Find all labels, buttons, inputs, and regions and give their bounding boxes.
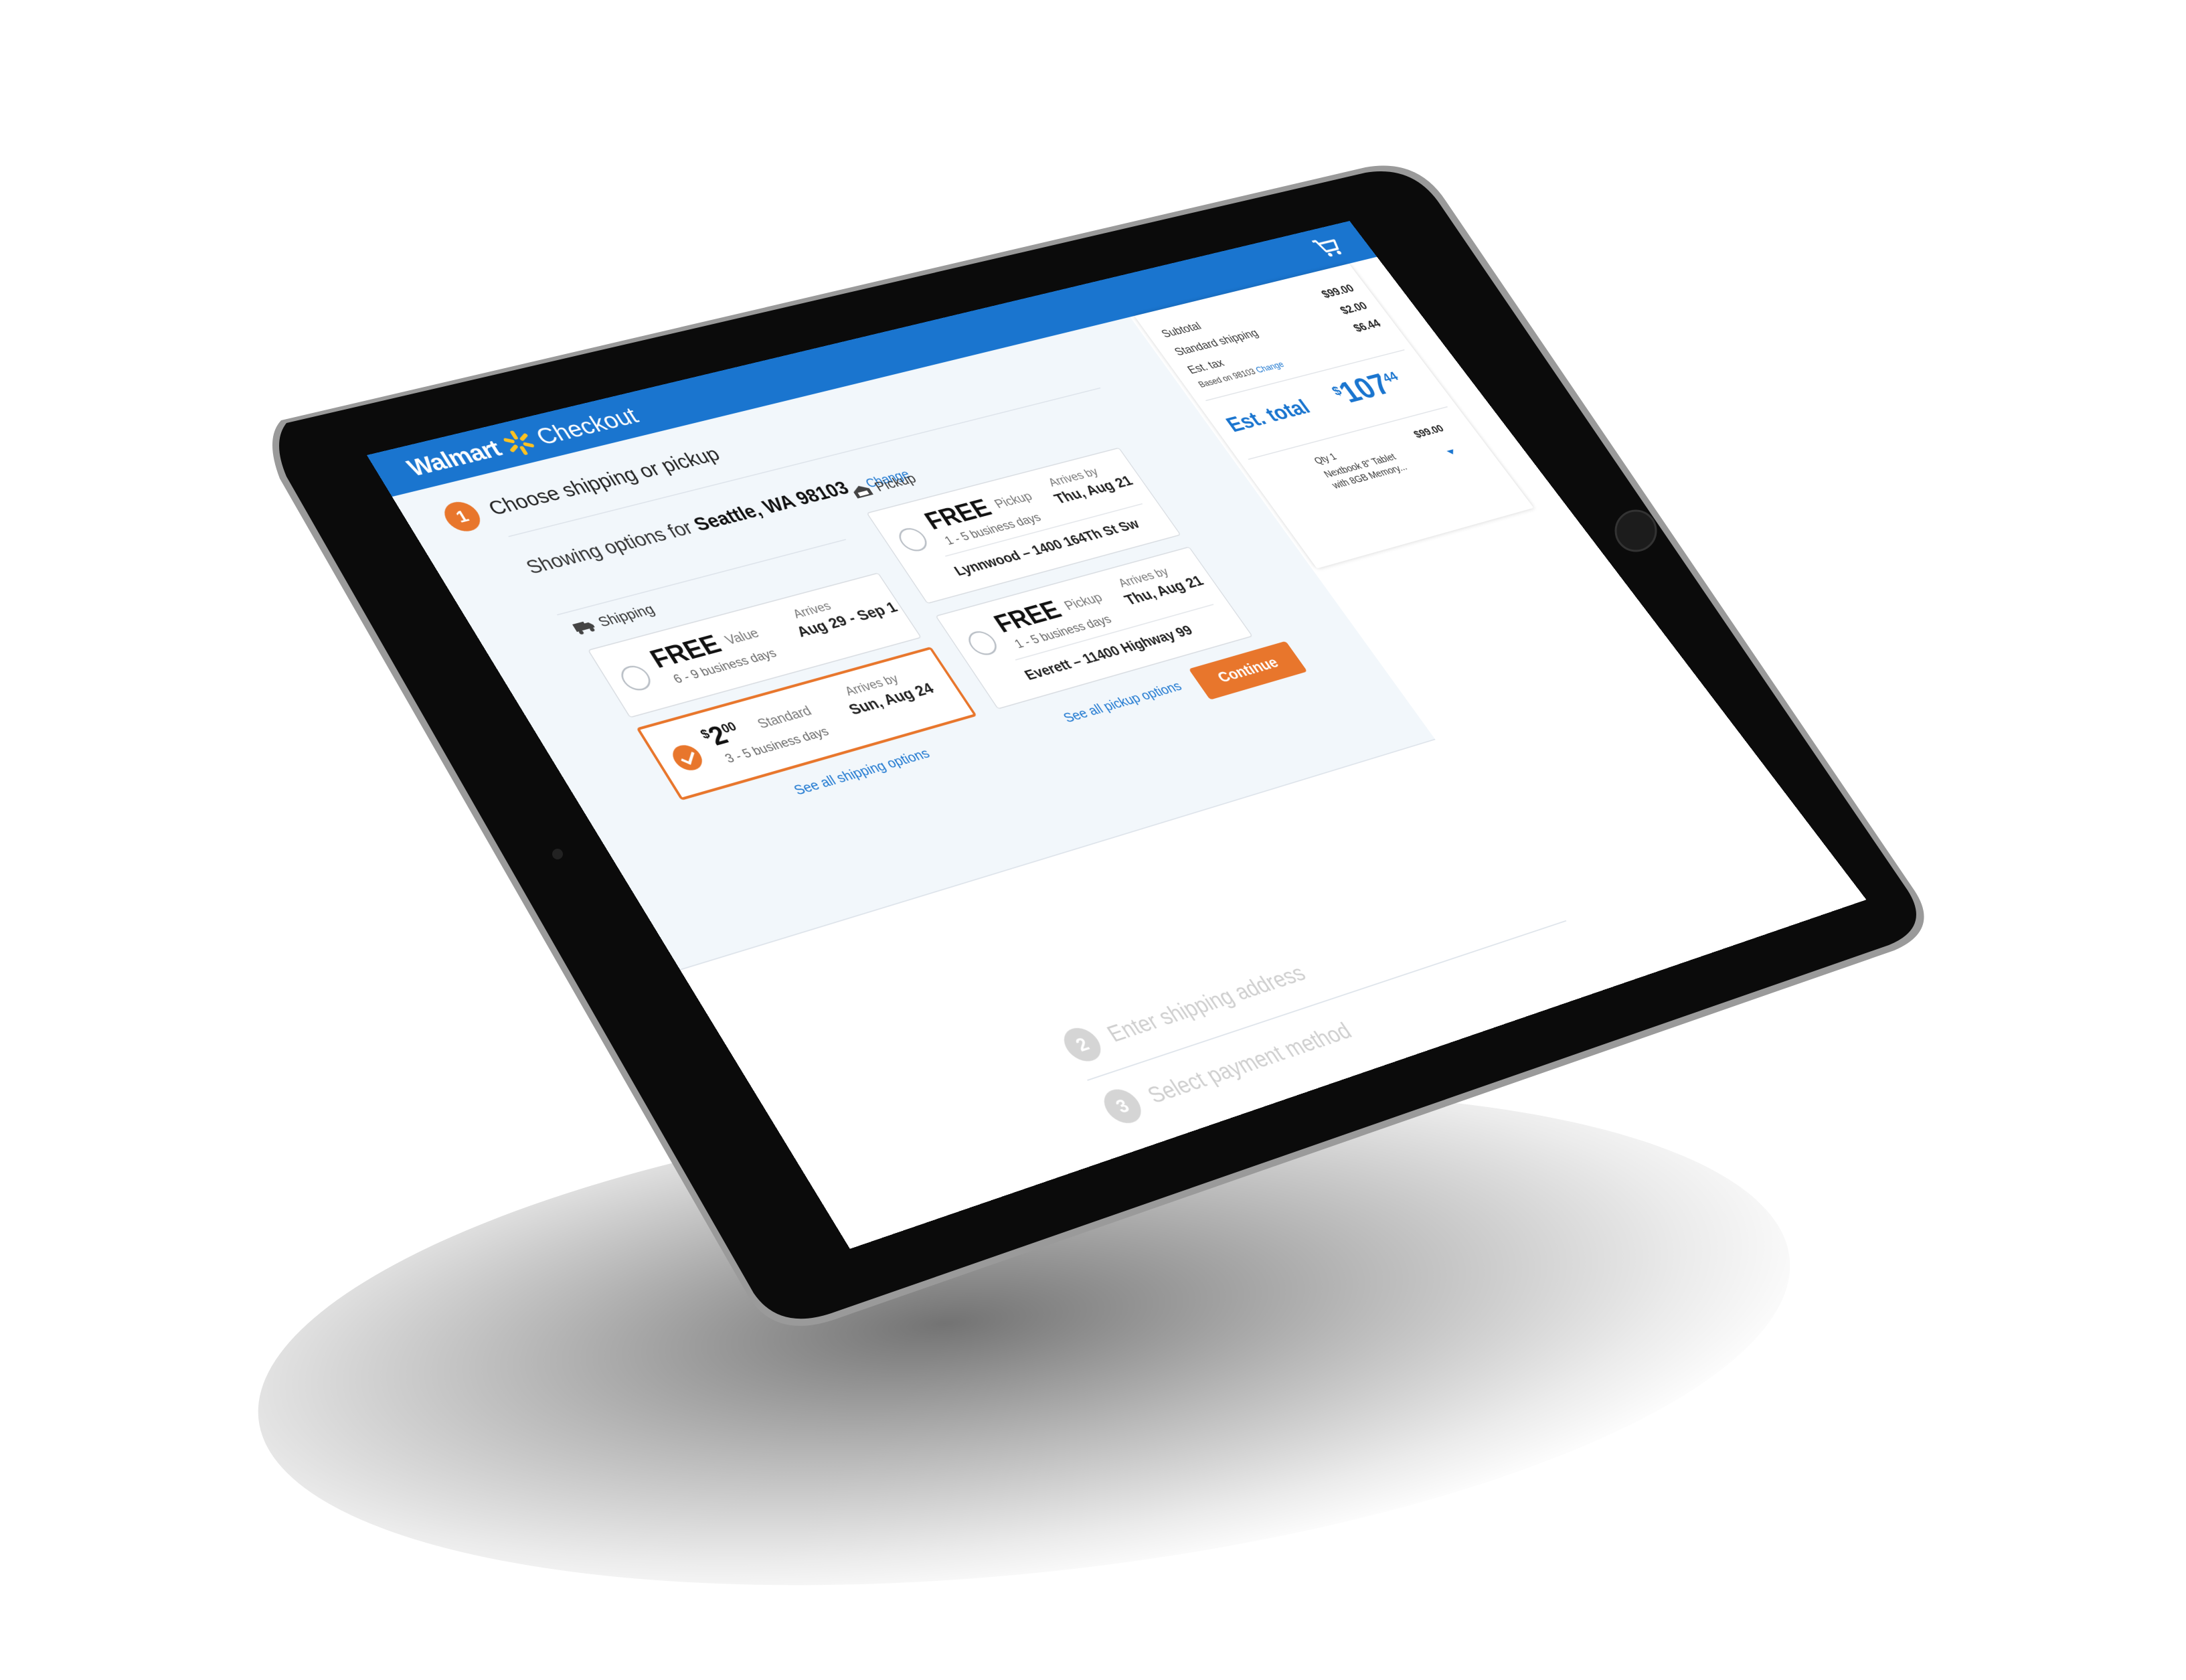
location-place: Seattle, WA 98103 xyxy=(689,478,853,535)
tax-change-link[interactable]: Change xyxy=(1254,360,1286,375)
shipping-standard-tier: Standard xyxy=(754,703,815,732)
item-qty: Qty 1 xyxy=(1312,451,1339,467)
item-name: Nextbook 8" Tablet with 8GB Memory... xyxy=(1322,452,1410,491)
step-3-number: 3 xyxy=(1097,1085,1149,1128)
device-mockup-scene: Walmart Checkout 1 Choose shipping or pi… xyxy=(0,0,2186,1680)
shipping-value-radio[interactable] xyxy=(616,663,656,693)
home-button-icon xyxy=(1614,509,1657,552)
step-2-number: 2 xyxy=(1057,1023,1108,1066)
truck-icon xyxy=(572,621,596,635)
est-total-value: $10744 xyxy=(1325,364,1411,411)
shipping-standard-radio[interactable] xyxy=(667,742,707,774)
continue-button[interactable]: Continue xyxy=(1188,641,1308,700)
step-1-number: 1 xyxy=(438,499,487,535)
pickup-everett-tier: Pickup xyxy=(1061,590,1106,613)
subtotal-label: Subtotal xyxy=(1159,320,1204,341)
shipping-section-label: Shipping xyxy=(570,601,658,637)
check-icon xyxy=(681,748,695,765)
est-total-label: Est. total xyxy=(1222,396,1315,436)
pickup-lynnwood-radio[interactable] xyxy=(894,525,932,554)
item-price: $99.00 xyxy=(1411,422,1446,440)
shipping-value-tier: Value xyxy=(722,625,762,648)
pickup-everett-radio[interactable] xyxy=(963,628,1002,658)
tax-label: Est. tax xyxy=(1185,356,1227,377)
caret-down-icon[interactable] xyxy=(1446,449,1456,456)
cart-icon[interactable] xyxy=(1311,235,1347,259)
pickup-lynnwood-tier: Pickup xyxy=(991,489,1035,511)
shipping-label: Shipping xyxy=(594,601,658,630)
tablet-device: Walmart Checkout 1 Choose shipping or pi… xyxy=(0,0,2186,1680)
